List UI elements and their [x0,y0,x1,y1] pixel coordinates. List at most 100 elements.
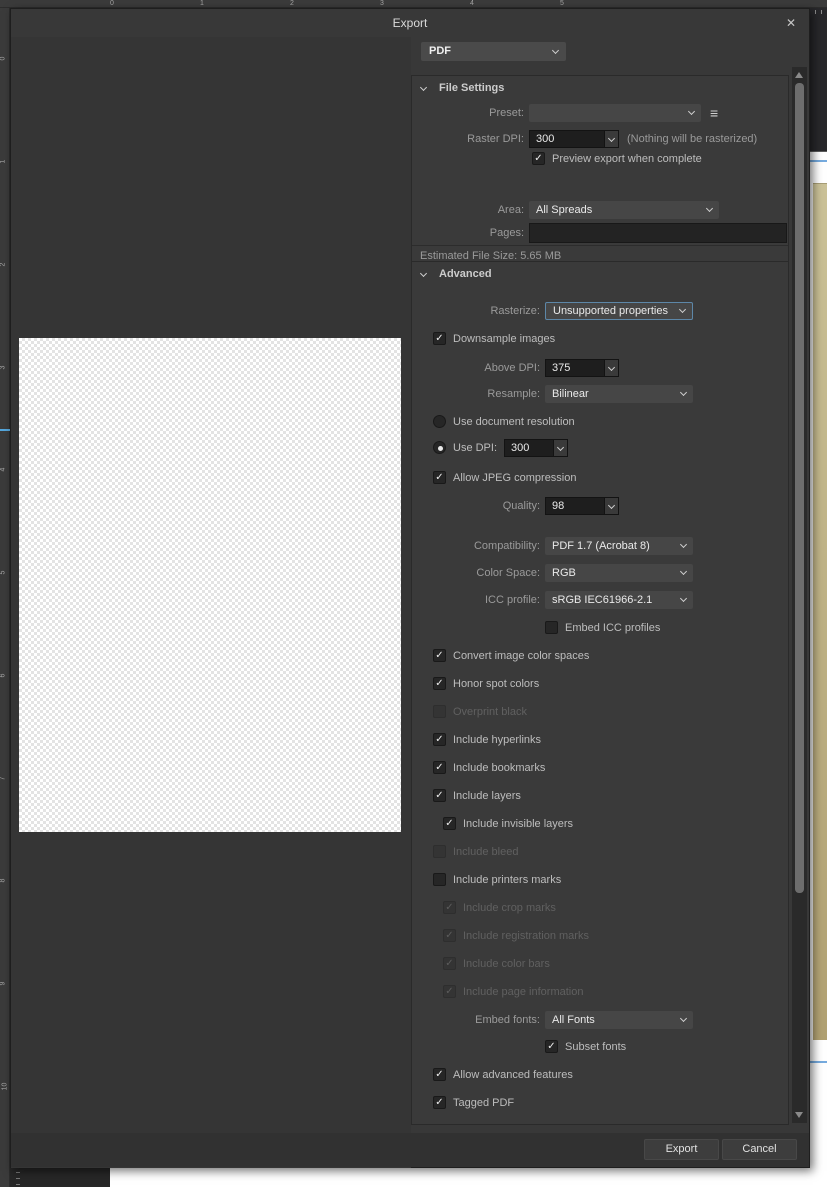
ruler-number: 1 [0,159,7,164]
option-label: Subset fonts [565,1040,627,1053]
checkbox [433,845,446,858]
combo-value[interactable]: 375 [545,359,604,377]
dropdown-srgb-iec61966-2-1[interactable]: sRGB IEC61966-2.1 [545,591,693,609]
chevron-down-icon [607,134,616,143]
checkbox[interactable]: ✓ [433,789,446,802]
format-select[interactable]: PDF [421,42,566,61]
pages-input[interactable] [529,223,787,243]
checkbox[interactable] [545,621,558,634]
option-label: Include page information [463,985,584,998]
dropdown-bilinear[interactable]: Bilinear [545,385,693,403]
checkbox[interactable]: ✓ [545,1040,558,1053]
row-include-crop-marks: ✓ Include crop marks [443,900,556,915]
dialog-titlebar[interactable]: Export ✕ [11,9,809,37]
panel-tick [16,1172,20,1173]
checkbox: ✓ [443,957,456,970]
section-header-file-settings[interactable]: File Settings [412,80,504,96]
chevron-down-icon [678,305,687,314]
panel-tick [16,1178,20,1179]
scroll-up-icon[interactable] [795,72,803,78]
ruler-number: 0 [110,0,114,7]
combo-300[interactable]: 300 [504,438,569,457]
checkbox[interactable]: ✓ [433,1096,446,1109]
combo-98[interactable]: 98 [545,497,619,515]
combo-375[interactable]: 375 [545,359,619,377]
background-panel-fragment [10,1168,110,1187]
combo-300[interactable]: 300 [529,130,619,148]
section-header-advanced[interactable]: Advanced [412,266,492,282]
checkbox: ✓ [443,929,456,942]
radio-button[interactable] [433,415,446,428]
checkbox[interactable]: ✓ [433,677,446,690]
panel-tick [16,1184,20,1185]
option-label: Include hyperlinks [453,733,542,746]
combo-value[interactable]: 98 [545,497,604,515]
export-button[interactable]: Export [644,1139,719,1160]
section-title: Advanced [439,268,492,280]
dropdown-all-fonts[interactable]: All Fonts [545,1011,693,1029]
section-file-settings: File Settings Preset: ≡ Raster DPI: 300 (Not… [411,75,789,267]
ruler-tick [815,10,816,14]
horizontal-ruler[interactable]: 0 1 2 3 4 5 [0,0,827,8]
row-above-dpi: Above DPI: 375 [412,358,619,378]
row-icc-profile: ICC profile: sRGB IEC61966-2.1 [412,590,693,610]
checkbox[interactable]: ✓ [532,152,545,165]
close-icon[interactable]: ✕ [782,9,800,37]
pasteboard-dark-area [810,8,827,151]
field-label: Resample: [487,388,540,400]
guide-line-bottom [810,1061,827,1063]
row-convert-image-color-spaces: ✓ Convert image color spaces [433,648,589,663]
checkbox[interactable] [433,873,446,886]
chevron-down-icon [607,501,616,510]
cancel-button[interactable]: Cancel [722,1139,797,1160]
preset-menu-icon[interactable]: ≡ [710,106,718,120]
row-include-printers-marks: Include printers marks [433,872,561,887]
chevron-down-icon [419,83,428,91]
scrollbar-thumb[interactable] [795,83,804,893]
checkbox[interactable]: ✓ [433,649,446,662]
chevron-down-icon [679,567,688,576]
combo-dropdown-button[interactable] [553,438,569,457]
checkbox[interactable]: ✓ [433,1068,446,1081]
ruler-guide-marker-cyan [0,429,10,431]
scroll-down-icon[interactable] [795,1112,803,1118]
row-use-dpi: Use DPI: 300 [433,438,569,457]
dropdown-all-spreads[interactable]: All Spreads [529,201,719,219]
option-label: Use document resolution [453,415,575,428]
row-include-page-information: ✓ Include page information [443,984,583,999]
field-label: Color Space: [476,567,540,579]
checkbox[interactable]: ✓ [433,471,446,484]
checkbox[interactable]: ✓ [443,817,456,830]
row-subset-fonts: ✓ Subset fonts [545,1039,626,1054]
chevron-down-icon [679,540,688,549]
combo-dropdown-button[interactable] [604,497,619,515]
export-preview-pane [11,37,411,1168]
transparent-page-preview[interactable] [19,338,401,832]
checkbox[interactable]: ✓ [433,733,446,746]
ruler-number: 4 [0,467,7,472]
checkbox[interactable]: ✓ [433,761,446,774]
combo-dropdown-button[interactable] [604,359,619,377]
row-include-color-bars: ✓ Include color bars [443,956,550,971]
combo-dropdown-button[interactable] [604,130,619,148]
dialog-title: Export [392,16,428,30]
row-area: Area: All Spreads [412,200,719,220]
vertical-ruler[interactable]: 0 1 2 3 4 5 6 7 8 9 10 [0,8,10,1187]
combo-value[interactable]: 300 [529,130,604,148]
dropdown-rgb[interactable]: RGB [545,564,693,582]
checkbox[interactable]: ✓ [433,332,446,345]
dropdown-unsupported-properties[interactable]: Unsupported properties [545,302,693,320]
ruler-number: 2 [290,0,294,7]
option-label: Include crop marks [463,901,556,914]
ruler-number: 5 [560,0,564,7]
dropdown-value: PDF 1.7 (Acrobat 8) [552,540,650,552]
field-label: Compatibility: [473,540,540,552]
option-label: Allow advanced features [453,1068,573,1081]
dropdown-value: RGB [552,567,576,579]
radio-button[interactable] [433,441,446,454]
settings-scrollbar[interactable] [792,67,807,1123]
combo-value[interactable]: 300 [504,438,554,457]
field-label: Quality: [502,500,540,512]
dropdown-pdf-1-7-acrobat-8[interactable]: PDF 1.7 (Acrobat 8) [545,537,693,555]
dropdown-empty[interactable] [529,104,701,122]
